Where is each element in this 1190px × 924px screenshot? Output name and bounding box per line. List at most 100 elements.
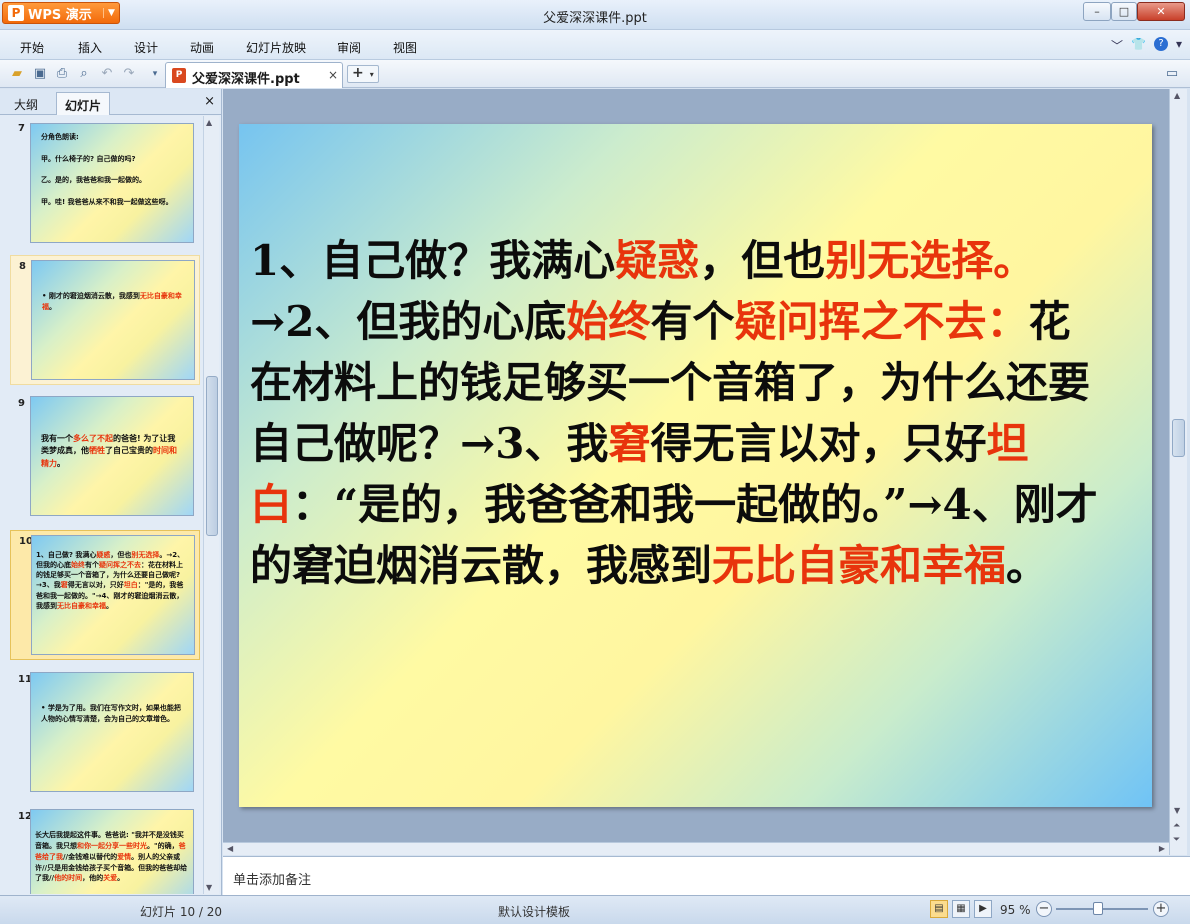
thumbnail-text-highlight: 疑问挥之不去 xyxy=(99,561,141,570)
menu-animation[interactable]: 动画 xyxy=(190,39,214,56)
customize-toolbar-icon[interactable]: ▾ xyxy=(146,65,164,83)
menu-review[interactable]: 审阅 xyxy=(337,39,361,56)
redo-icon[interactable]: ↷ xyxy=(120,65,138,83)
thumbnail-text-segment: 1、自己做? 我满心 xyxy=(36,551,97,559)
scroll-up-icon[interactable]: ▲ xyxy=(206,118,212,127)
scroll-left-icon[interactable]: ◀ xyxy=(227,844,233,853)
thumbnail-text-segment: 我有一个 xyxy=(41,434,73,443)
slide-text-highlight: 疑问挥之不去： xyxy=(734,297,1029,346)
minimize-button[interactable]: – xyxy=(1083,2,1111,21)
thumbnail-text-highlight: 他的时间 xyxy=(54,874,83,883)
slide-text-highlight: 窘 xyxy=(608,419,651,468)
previous-slide-icon[interactable]: ⏶ xyxy=(1173,821,1180,831)
skin-shirt-icon[interactable]: 👕 xyxy=(1131,37,1146,54)
thumbnail-text-highlight: 别无选择 xyxy=(131,551,160,559)
close-panel-button[interactable]: × xyxy=(204,94,215,109)
slide-text-segment: →2、但我的心底 xyxy=(250,297,567,346)
slide-sorter-icon[interactable]: ▦ xyxy=(952,900,970,918)
close-tab-button[interactable]: × xyxy=(328,68,338,82)
zoom-slider-handle[interactable] xyxy=(1093,902,1103,915)
menu-bar: 开始 插入 设计 动画 幻灯片放映 审阅 视图 ﹀ 👕 ? ▾ xyxy=(0,30,1190,60)
status-bar: 幻灯片 10 / 20 默认设计模板 ▤ ▦ ▶ 95 % − + xyxy=(0,895,1190,924)
document-tab-label: 父爱深深课件.ppt xyxy=(192,72,300,87)
slide-text-highlight: 疑惑 xyxy=(615,236,700,285)
thumbnail-slide-9[interactable]: 9 我有一个多么了不起的爸爸! 为了让我类梦成真，他牺牲了自己宝贵的时间和精力。 xyxy=(10,393,200,521)
menu-right-tools: ﹀ 👕 ? ▾ xyxy=(1111,37,1182,54)
window-title: 父爱深深课件.ppt xyxy=(543,11,647,26)
collapse-ribbon-icon[interactable]: ﹀ xyxy=(1111,37,1123,54)
vertical-scrollbar[interactable]: ▲ ▼ ⏶ ⏷ xyxy=(1169,89,1187,855)
thumbnail-text-highlight: 无比自豪和幸福 xyxy=(57,601,106,610)
zoom-level: 95 % xyxy=(1000,903,1031,917)
zoom-in-button[interactable]: + xyxy=(1153,901,1169,917)
thumbnail-text-segment: ，但也 xyxy=(110,551,132,559)
thumbnail-text-segment: 。 xyxy=(106,601,113,610)
slide-text-segment: ，但也 xyxy=(699,236,826,285)
slideshow-icon[interactable]: ▶ xyxy=(974,900,992,918)
slide-position-status: 幻灯片 10 / 20 xyxy=(140,905,223,919)
menu-insert[interactable]: 插入 xyxy=(78,39,102,56)
panel-tabs: 大纲 幻灯片 × xyxy=(0,89,221,115)
menu-slideshow[interactable]: 幻灯片放映 xyxy=(246,39,306,56)
help-icon[interactable]: ? xyxy=(1153,37,1168,51)
thumbnail-preview: • 学是为了用。我们在写作文时，如果也能把人物的心情写清楚，会为自己的文章增色。 xyxy=(30,672,194,792)
thumbnail-text-highlight: 始终 xyxy=(71,561,85,570)
thumbnail-preview: 长大后我提起这件事。爸爸说: "我并不是没钱买音箱。我只想和你一起分享一些时光。… xyxy=(30,809,194,894)
slides-panel: 大纲 幻灯片 × 7 分角色朗读: 甲。什么椅子的? 自己做的吗? 乙。是的，我… xyxy=(0,89,222,895)
thumbnail-text-highlight: 坦白 xyxy=(123,581,138,590)
scroll-up-icon[interactable]: ▲ xyxy=(1174,91,1180,100)
scroll-thumb[interactable] xyxy=(206,376,218,536)
close-window-button[interactable]: ✕ xyxy=(1137,2,1185,21)
current-slide[interactable]: 1、自己做？我满心疑惑，但也别无选择。→2、但我的心底始终有个疑问挥之不去：花在… xyxy=(239,124,1152,807)
slide-number: 8 xyxy=(19,261,26,272)
maximize-button[interactable]: □ xyxy=(1111,2,1137,21)
scroll-thumb[interactable] xyxy=(1172,419,1185,457)
menu-home[interactable]: 开始 xyxy=(20,39,44,56)
new-tab-button[interactable]: + ▾ xyxy=(347,65,379,83)
menu-view[interactable]: 视图 xyxy=(393,39,417,56)
save-icon[interactable]: ▣ xyxy=(31,65,49,83)
slide-text-segment: 1、自己做？我满心 xyxy=(250,236,616,285)
window-layout-icon[interactable]: ▭ xyxy=(1163,65,1181,83)
tab-outline[interactable]: 大纲 xyxy=(6,92,46,115)
notes-pane[interactable]: 单击添加备注 xyxy=(223,856,1190,895)
tab-slides[interactable]: 幻灯片 xyxy=(56,92,111,115)
undo-icon[interactable]: ↶ xyxy=(98,65,116,83)
thumbnail-text-segment: • 学是为了用。我们在写作文时，如果也能把人物的心情写清楚，会为自己的文章增色。 xyxy=(41,704,181,723)
scroll-down-icon[interactable]: ▼ xyxy=(206,883,212,892)
thumbnail-preview: 我有一个多么了不起的爸爸! 为了让我类梦成真，他牺牲了自己宝贵的时间和精力。 xyxy=(30,396,194,516)
menu-design[interactable]: 设计 xyxy=(134,39,158,56)
thumbnail-preview: 1、自己做? 我满心疑惑，但也别无选择。→2、但我的心底始终有个疑问挥之不去：花… xyxy=(31,535,195,655)
thumbnail-text-segment: • 刚才的窘迫烟消云散，我感到 xyxy=(42,292,140,300)
thumbnail-text-highlight: 和你一起分享一些时光 xyxy=(77,841,147,850)
thumbnail-slide-8[interactable]: 8 • 刚才的窘迫烟消云散，我感到无比自豪和幸福。 xyxy=(10,255,200,385)
panel-scrollbar[interactable]: ▲ ▼ xyxy=(203,116,219,894)
horizontal-scrollbar[interactable]: ◀ ▶ xyxy=(223,842,1169,855)
thumbnail-text-segment: 。 xyxy=(49,302,56,311)
slide-thumbnail-list: 7 分角色朗读: 甲。什么椅子的? 自己做的吗? 乙。是的，我爸爸和我一起做的。… xyxy=(0,116,203,894)
open-folder-icon[interactable]: ▰ xyxy=(8,65,26,83)
scroll-down-icon[interactable]: ▼ xyxy=(1174,806,1180,815)
thumbnail-text-segment: 得无言以对，只好 xyxy=(67,581,124,590)
template-name-status: 默认设计模板 xyxy=(498,905,571,919)
print-icon[interactable]: ⎙ xyxy=(53,65,71,83)
thumbnail-slide-11[interactable]: 11 • 学是为了用。我们在写作文时，如果也能把人物的心情写清楚，会为自己的文章… xyxy=(10,669,200,797)
slide-text-highlight: 无比自豪和幸福 xyxy=(712,541,1007,590)
chevron-down-icon: ▾ xyxy=(369,70,374,79)
normal-view-icon[interactable]: ▤ xyxy=(930,900,948,918)
thumbnail-text-highlight: 疑惑 xyxy=(96,551,111,559)
document-tab[interactable]: P 父爱深深课件.ppt × xyxy=(165,62,343,88)
slide-editing-area: 1、自己做？我满心疑惑，但也别无选择。→2、但我的心底始终有个疑问挥之不去：花在… xyxy=(223,89,1173,842)
thumbnail-text-highlight: 关爱 xyxy=(103,874,118,883)
thumbnail-slide-12[interactable]: 12 长大后我提起这件事。爸爸说: "我并不是没钱买音箱。我只想和你一起分享一些… xyxy=(10,806,200,894)
scroll-right-icon[interactable]: ▶ xyxy=(1159,844,1165,853)
thumbnail-slide-10-selected[interactable]: 10 1、自己做? 我满心疑惑，但也别无选择。→2、但我的心底始终有个疑问挥之不… xyxy=(10,530,200,660)
notes-placeholder: 单击添加备注 xyxy=(233,873,312,888)
slide-body-text[interactable]: 1、自己做？我满心疑惑，但也别无选择。→2、但我的心底始终有个疑问挥之不去：花在… xyxy=(250,230,1110,596)
thumbnail-text-segment: 。 xyxy=(117,874,125,883)
chevron-down-icon[interactable]: ▾ xyxy=(1176,37,1182,54)
zoom-out-button[interactable]: − xyxy=(1036,901,1052,917)
thumbnail-slide-7[interactable]: 7 分角色朗读: 甲。什么椅子的? 自己做的吗? 乙。是的，我爸爸和我一起做的。… xyxy=(10,118,200,246)
print-preview-icon[interactable]: ⌕ xyxy=(75,65,93,83)
next-slide-icon[interactable]: ⏷ xyxy=(1173,835,1180,845)
